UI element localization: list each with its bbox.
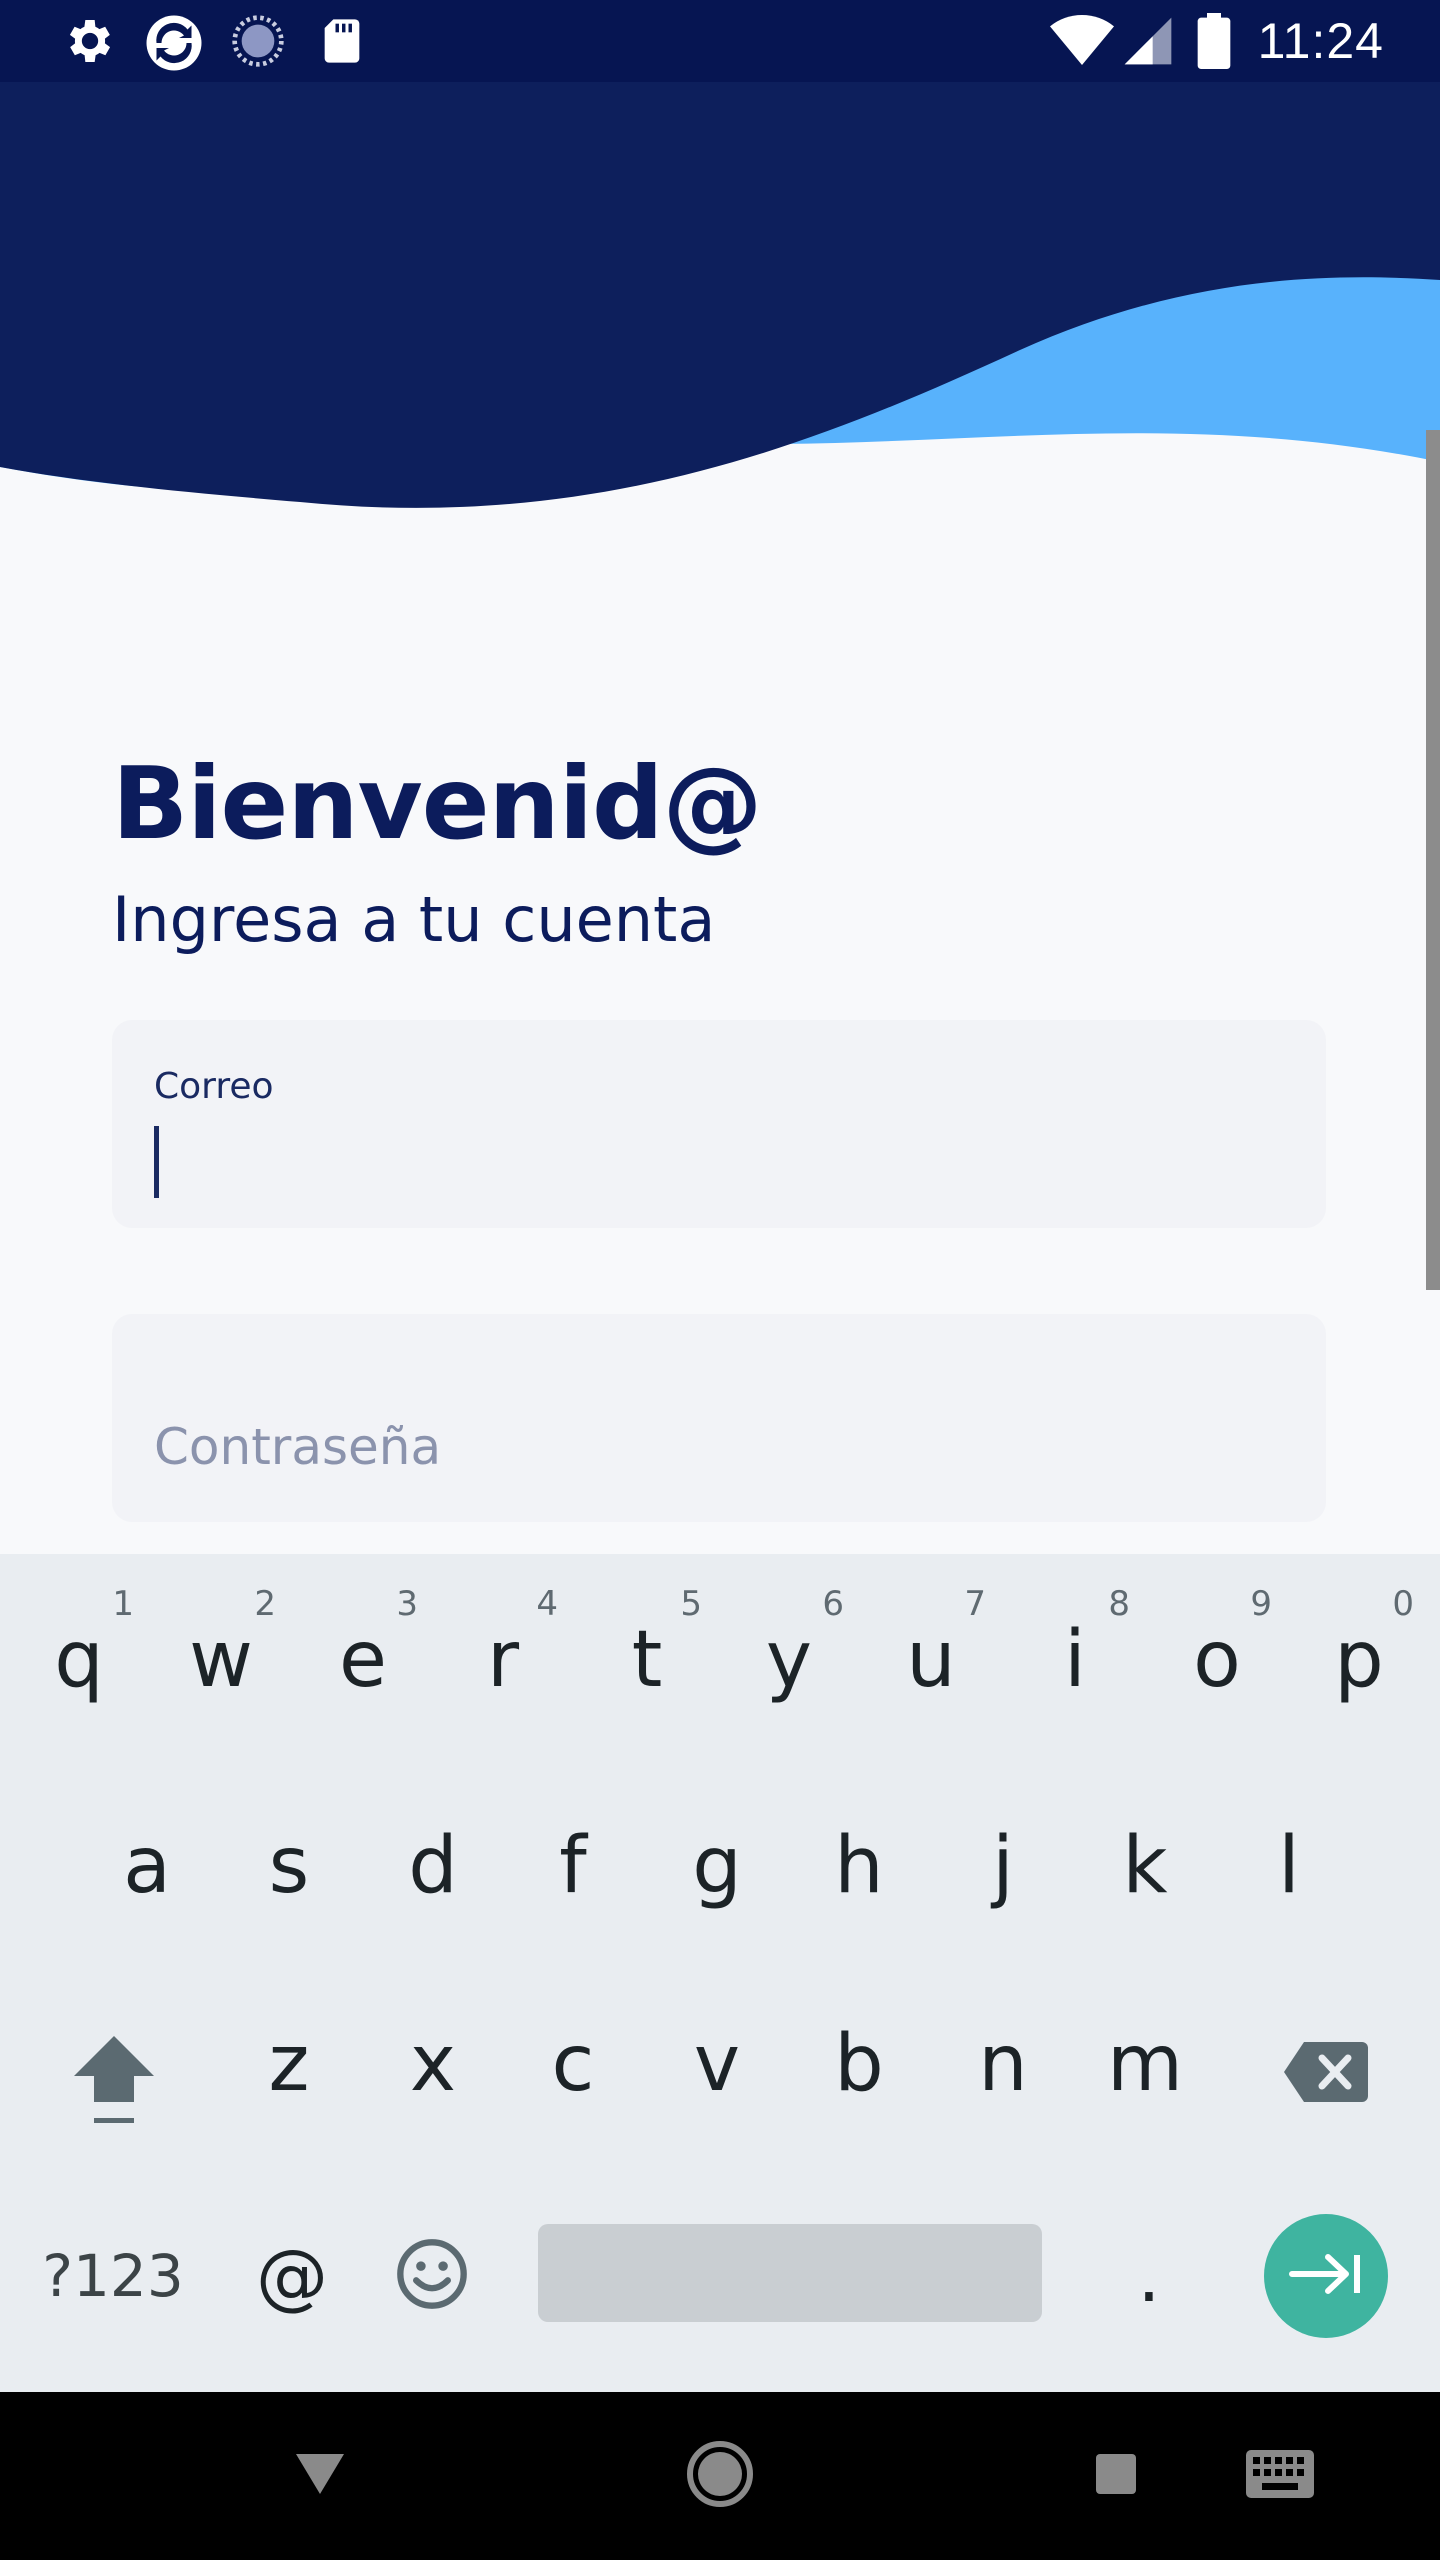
- key-letter: s: [268, 1821, 310, 1911]
- key-letter: x: [409, 2019, 457, 2109]
- key-y[interactable]: 6 y: [718, 1554, 860, 1754]
- scroll-indicator[interactable]: [1426, 430, 1440, 1290]
- sd-card-icon: [316, 13, 372, 69]
- key-letter: q: [54, 1615, 104, 1705]
- key-letter: z: [268, 2019, 310, 2109]
- key-i[interactable]: 8 i: [1004, 1554, 1146, 1754]
- key-n[interactable]: n: [932, 1974, 1074, 2174]
- emoji-icon: [394, 2236, 470, 2317]
- key-q[interactable]: 1 q: [8, 1554, 150, 1754]
- key-letter: m: [1107, 2019, 1183, 2109]
- key-l[interactable]: l: [1218, 1776, 1360, 1976]
- key-v[interactable]: v: [646, 1974, 788, 2174]
- next-field-button[interactable]: [1264, 2214, 1388, 2338]
- period-key[interactable]: .: [1074, 2196, 1224, 2356]
- key-letter: u: [906, 1615, 956, 1705]
- key-u[interactable]: 7 u: [860, 1554, 1002, 1754]
- back-button[interactable]: [270, 2426, 370, 2526]
- key-letter: i: [1064, 1615, 1086, 1705]
- backspace-icon: [1282, 2040, 1370, 2109]
- key-f[interactable]: f: [502, 1776, 644, 1976]
- key-c[interactable]: c: [502, 1974, 644, 2174]
- password-input[interactable]: [154, 1402, 1274, 1492]
- email-field[interactable]: Correo: [112, 1020, 1326, 1228]
- key-x[interactable]: x: [362, 1974, 504, 2174]
- key-a[interactable]: a: [76, 1776, 218, 1976]
- key-letter: b: [834, 2019, 884, 2109]
- recents-icon: [1094, 2452, 1138, 2501]
- key-letter: l: [1278, 1821, 1300, 1911]
- key-letter: t: [631, 1615, 663, 1705]
- status-bar: 11:24: [0, 0, 1440, 82]
- symbols-key[interactable]: ?123: [18, 2196, 208, 2356]
- key-j[interactable]: j: [932, 1776, 1074, 1976]
- key-letter: e: [339, 1615, 387, 1705]
- password-field[interactable]: [112, 1314, 1326, 1522]
- home-button[interactable]: [670, 2426, 770, 2526]
- shift-icon: [72, 2028, 156, 2133]
- shift-key[interactable]: [54, 2010, 174, 2150]
- key-letter: v: [693, 2019, 741, 2109]
- key-b[interactable]: b: [788, 1974, 930, 2174]
- navigation-bar: [0, 2392, 1440, 2560]
- key-letter: c: [551, 2019, 595, 2109]
- recents-button[interactable]: [1066, 2426, 1166, 2526]
- key-letter: y: [765, 1615, 813, 1705]
- loading-icon: [230, 13, 286, 69]
- home-icon: [684, 2438, 756, 2515]
- keyboard-switch-icon: [1244, 2448, 1316, 2505]
- space-bar[interactable]: [538, 2224, 1042, 2322]
- key-letter: w: [189, 1615, 253, 1705]
- key-m[interactable]: m: [1074, 1974, 1216, 2174]
- next-arrow-icon: [1288, 2249, 1364, 2304]
- key-w[interactable]: 2 w: [150, 1554, 292, 1754]
- settings-icon: [62, 13, 118, 69]
- email-label: Correo: [154, 1066, 274, 1107]
- key-letter: p: [1334, 1615, 1384, 1705]
- back-icon: [292, 2450, 348, 2503]
- key-letter: j: [992, 1821, 1014, 1911]
- key-s[interactable]: s: [218, 1776, 360, 1976]
- key-r[interactable]: 4 r: [432, 1554, 574, 1754]
- key-letter: f: [559, 1821, 587, 1911]
- key-letter: n: [978, 2019, 1028, 2109]
- key-h[interactable]: h: [788, 1776, 930, 1976]
- emoji-key[interactable]: [362, 2196, 502, 2356]
- key-letter: o: [1193, 1615, 1241, 1705]
- header-wave: [0, 82, 1440, 522]
- welcome-subtitle: Ingresa a tu cuenta: [112, 883, 716, 956]
- delete-key[interactable]: [1264, 2016, 1388, 2132]
- keyboard-switch-button[interactable]: [1230, 2426, 1330, 2526]
- key-e[interactable]: 3 e: [292, 1554, 434, 1754]
- status-time: 11:24: [1257, 13, 1384, 69]
- key-letter: r: [486, 1615, 520, 1705]
- email-input[interactable]: [154, 1116, 1274, 1206]
- at-key[interactable]: @: [222, 2196, 362, 2356]
- key-o[interactable]: 9 o: [1146, 1554, 1288, 1754]
- key-z[interactable]: z: [218, 1974, 360, 2174]
- key-p[interactable]: 0 p: [1288, 1554, 1430, 1754]
- key-letter: g: [692, 1821, 742, 1911]
- wifi-icon: [1050, 13, 1114, 69]
- key-g[interactable]: g: [646, 1776, 788, 1976]
- sync-app-icon: [144, 13, 202, 71]
- key-letter: d: [408, 1821, 458, 1911]
- key-k[interactable]: k: [1074, 1776, 1216, 1976]
- key-letter: a: [123, 1821, 171, 1911]
- signal-icon: [1120, 13, 1176, 69]
- key-letter: k: [1122, 1821, 1168, 1911]
- battery-icon: [1196, 13, 1236, 70]
- key-letter: h: [834, 1821, 884, 1911]
- key-t[interactable]: 5 t: [576, 1554, 718, 1754]
- welcome-title: Bienvenid@: [112, 745, 763, 862]
- key-d[interactable]: d: [362, 1776, 504, 1976]
